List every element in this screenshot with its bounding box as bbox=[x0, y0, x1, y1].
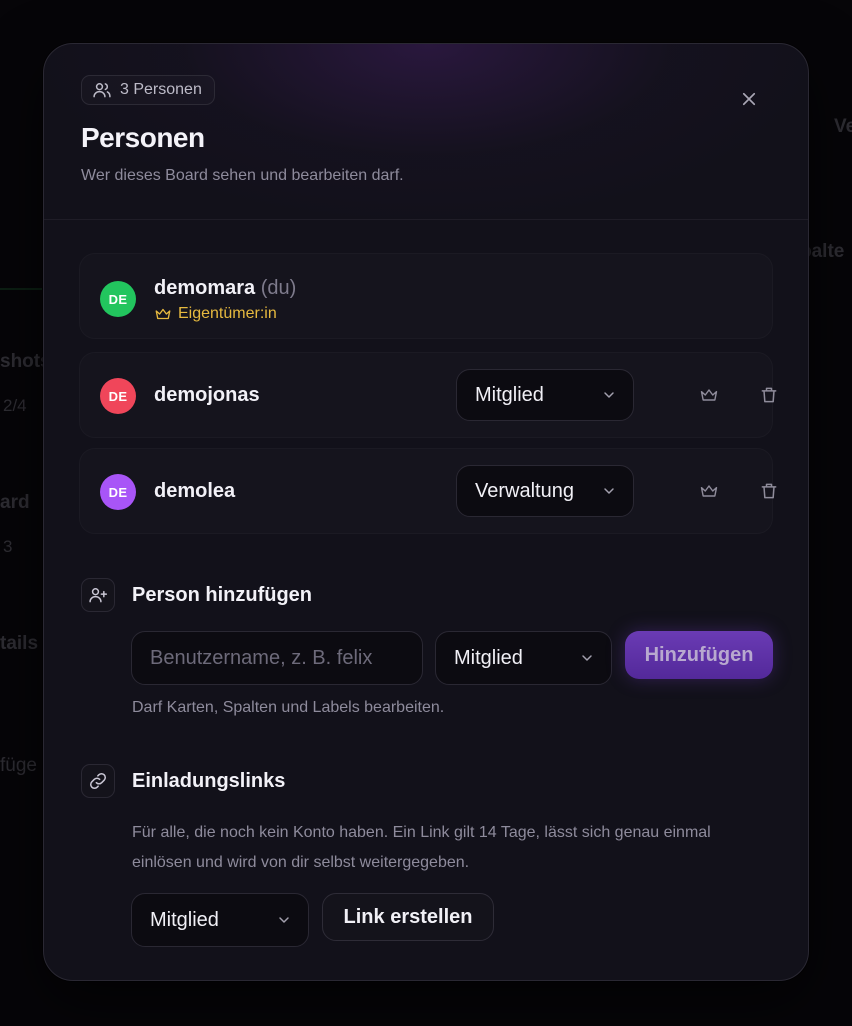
avatar: DE bbox=[100, 474, 136, 510]
invite-role-select[interactable]: Mitglied bbox=[131, 893, 309, 947]
new-member-role-select[interactable]: Mitglied bbox=[435, 631, 612, 685]
remove-member-button[interactable] bbox=[753, 475, 785, 507]
role-select[interactable]: Verwaltung bbox=[456, 465, 634, 517]
users-icon bbox=[92, 80, 112, 100]
invite-links-description: Für alle, die noch kein Konto haben. Ein… bbox=[132, 824, 711, 871]
member-name: demomara (du) bbox=[154, 277, 297, 299]
make-owner-button[interactable] bbox=[693, 379, 725, 411]
role-select[interactable]: Mitglied bbox=[456, 369, 634, 421]
chevron-down-icon bbox=[276, 912, 292, 928]
trash-icon bbox=[759, 481, 779, 501]
chevron-down-icon bbox=[601, 483, 617, 499]
people-count-label: 3 Personen bbox=[120, 81, 202, 98]
member-row-owner: DE demomara (du) Eigentümer:in bbox=[79, 253, 773, 339]
add-person-button[interactable]: Hinzufügen bbox=[625, 631, 773, 679]
invite-links-title: Einladungslinks bbox=[132, 770, 286, 792]
role-hint: Darf Karten, Spalten und Labels bearbeit… bbox=[132, 699, 445, 716]
crown-icon bbox=[699, 481, 719, 501]
avatar: DE bbox=[100, 281, 136, 317]
trash-icon bbox=[759, 385, 779, 405]
link-icon bbox=[81, 764, 115, 798]
close-button[interactable] bbox=[734, 84, 764, 114]
dialog-subtitle: Wer dieses Board sehen und bearbeiten da… bbox=[81, 167, 404, 184]
people-count-chip: 3 Personen bbox=[81, 75, 215, 105]
people-dialog: 3 Personen Personen Wer dieses Board seh… bbox=[43, 43, 809, 981]
crown-icon bbox=[154, 305, 172, 323]
member-name: demojonas bbox=[154, 384, 260, 406]
chevron-down-icon bbox=[601, 387, 617, 403]
remove-member-button[interactable] bbox=[753, 379, 785, 411]
dialog-title: Personen bbox=[81, 122, 205, 153]
add-person-title: Person hinzufügen bbox=[132, 584, 312, 606]
owner-badge: Eigentümer:in bbox=[154, 305, 277, 323]
create-link-button[interactable]: Link erstellen bbox=[322, 893, 494, 941]
member-row: DE demojonas Mitglied bbox=[79, 352, 777, 438]
crown-icon bbox=[699, 385, 719, 405]
member-name: demolea bbox=[154, 480, 236, 502]
add-user-icon bbox=[81, 578, 115, 612]
member-row: DE demolea Verwaltung bbox=[79, 448, 777, 534]
make-owner-button[interactable] bbox=[693, 475, 725, 507]
you-suffix: (du) bbox=[260, 277, 297, 299]
close-icon bbox=[740, 90, 758, 108]
chevron-down-icon bbox=[579, 650, 595, 666]
username-input[interactable] bbox=[131, 631, 423, 685]
avatar: DE bbox=[100, 378, 136, 414]
